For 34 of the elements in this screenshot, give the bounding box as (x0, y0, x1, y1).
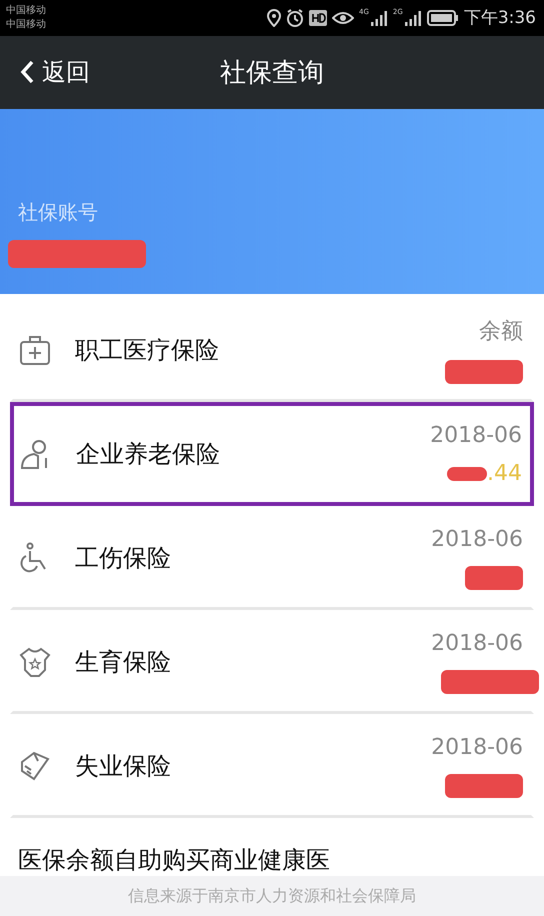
clock-time: 下午3:36 (464, 7, 536, 30)
amount-value: .44 (487, 461, 522, 486)
medical-kit-icon (19, 334, 51, 366)
insurance-name: 生育保险 (75, 647, 172, 678)
baby-bodysuit-icon (19, 646, 51, 678)
eye-icon (332, 10, 354, 25)
record-date: 2018-06 (431, 630, 523, 656)
insurance-row[interactable]: 职工医疗保险 余额 (10, 298, 534, 402)
record-date: 2018-06 (431, 526, 523, 552)
account-label: 社保账号 (18, 199, 99, 226)
insurance-name: 工伤保险 (75, 543, 172, 574)
insurance-row[interactable]: 工伤保险 2018-06 (10, 506, 534, 610)
signal-icon (370, 10, 388, 26)
promo-link[interactable]: 医保余额自助购买商业健康医 (18, 846, 330, 874)
chevron-left-icon (20, 60, 34, 84)
insurance-name: 职工医疗保险 (75, 335, 220, 366)
back-button[interactable]: 返回 (0, 56, 90, 88)
record-date: 2018-06 (430, 422, 522, 448)
carrier-name: 中国移动 (6, 4, 46, 18)
insurance-row[interactable]: 生育保险 2018-06 (10, 610, 534, 714)
insurance-name: 失业保险 (75, 751, 172, 782)
insurance-name: 企业养老保险 (76, 439, 221, 470)
record-date: 2018-06 (431, 734, 523, 760)
carrier-name: 中国移动 (6, 18, 46, 32)
hd-icon (309, 10, 328, 26)
location-icon (267, 8, 282, 27)
insurance-row[interactable]: 企业养老保险 2018-06 .44 (10, 402, 534, 506)
battery-icon (426, 10, 459, 26)
record-date: 余额 (479, 318, 523, 346)
alarm-icon (286, 8, 304, 27)
source-note: 信息来源于南京市人力资源和社会保障局 (128, 886, 416, 906)
signal-icon (404, 10, 422, 26)
page-title: 社保查询 (219, 56, 325, 90)
insurance-row[interactable]: 失业保险 2018-06 (10, 714, 534, 818)
